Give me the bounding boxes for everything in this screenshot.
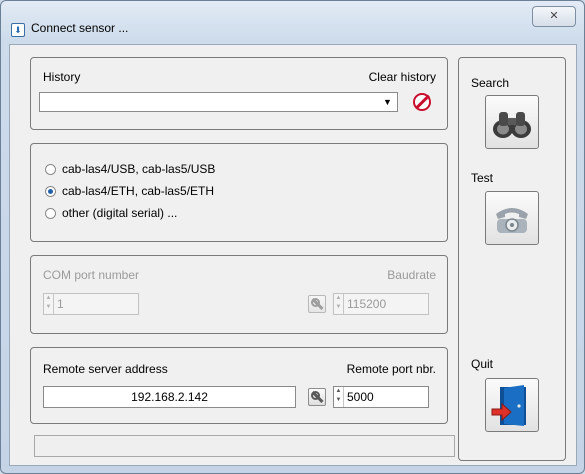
telephone-icon bbox=[496, 208, 528, 233]
serial-port-group: COM port number Baudrate ▲ ▼ 1 ▲ ▼ 115200 bbox=[30, 255, 448, 334]
remote-server-group: Remote server address Remote port nbr. 1… bbox=[30, 347, 448, 424]
remote-port-stepper[interactable]: ▲ ▼ 5000 bbox=[333, 386, 429, 408]
search-label: Search bbox=[471, 76, 510, 90]
window-title: Connect sensor ... bbox=[31, 21, 129, 35]
radio-eth-label: cab-las4/ETH, cab-las5/ETH bbox=[62, 184, 215, 198]
connection-type-group: cab-las4/USB, cab-las5/USB cab-las4/ETH,… bbox=[30, 143, 448, 242]
remote-port-label: Remote port nbr. bbox=[346, 362, 436, 376]
radio-serial[interactable] bbox=[45, 208, 56, 219]
history-group: History Clear history ▼ bbox=[30, 57, 448, 130]
wrench-icon[interactable] bbox=[308, 295, 326, 313]
binoculars-icon bbox=[493, 112, 531, 138]
com-port-value: 1 bbox=[57, 297, 64, 311]
chevron-down-icon[interactable]: ▼ bbox=[381, 97, 394, 107]
exit-door-icon bbox=[491, 385, 526, 426]
remote-address-field[interactable]: 192.168.2.142 bbox=[43, 386, 296, 408]
connect-sensor-window: ⬇ Connect sensor ... ✕ History Clear his… bbox=[0, 0, 585, 474]
radio-usb[interactable] bbox=[45, 164, 56, 175]
baudrate-stepper[interactable]: ▲ ▼ 115200 bbox=[333, 293, 429, 315]
clear-history-label: Clear history bbox=[368, 70, 436, 84]
radio-usb-label: cab-las4/USB, cab-las5/USB bbox=[62, 162, 216, 176]
radio-eth[interactable] bbox=[45, 186, 56, 197]
clear-history-icon[interactable] bbox=[413, 93, 431, 111]
spin-arrows-icon: ▲ ▼ bbox=[44, 294, 54, 314]
dialog-client-area: History Clear history ▼ cab-las4/USB, ca… bbox=[9, 44, 577, 466]
status-bar bbox=[34, 435, 455, 457]
close-button[interactable]: ✕ bbox=[532, 6, 576, 27]
history-label: History bbox=[43, 70, 81, 84]
com-port-stepper[interactable]: ▲ ▼ 1 bbox=[43, 293, 139, 315]
wrench-icon[interactable] bbox=[308, 388, 326, 406]
spin-arrows-icon: ▲ ▼ bbox=[334, 387, 344, 407]
baudrate-label: Baudrate bbox=[387, 268, 436, 282]
title-bar: ⬇ Connect sensor ... ✕ bbox=[1, 1, 584, 37]
baudrate-value: 115200 bbox=[347, 297, 387, 311]
history-combo[interactable]: ▼ bbox=[39, 92, 398, 112]
remote-port-value: 5000 bbox=[347, 390, 374, 404]
spin-arrows-icon: ▲ ▼ bbox=[334, 294, 344, 314]
action-panel: Search Test Quit bbox=[458, 57, 566, 461]
quit-label: Quit bbox=[471, 357, 494, 371]
search-button[interactable] bbox=[485, 95, 539, 149]
remote-address-label: Remote server address bbox=[43, 362, 168, 376]
quit-button[interactable] bbox=[485, 378, 539, 432]
com-port-label: COM port number bbox=[43, 268, 140, 282]
radio-serial-label: other (digital serial) ... bbox=[62, 206, 178, 220]
test-button[interactable] bbox=[485, 191, 539, 245]
test-label: Test bbox=[471, 171, 494, 185]
app-icon: ⬇ bbox=[11, 23, 25, 37]
